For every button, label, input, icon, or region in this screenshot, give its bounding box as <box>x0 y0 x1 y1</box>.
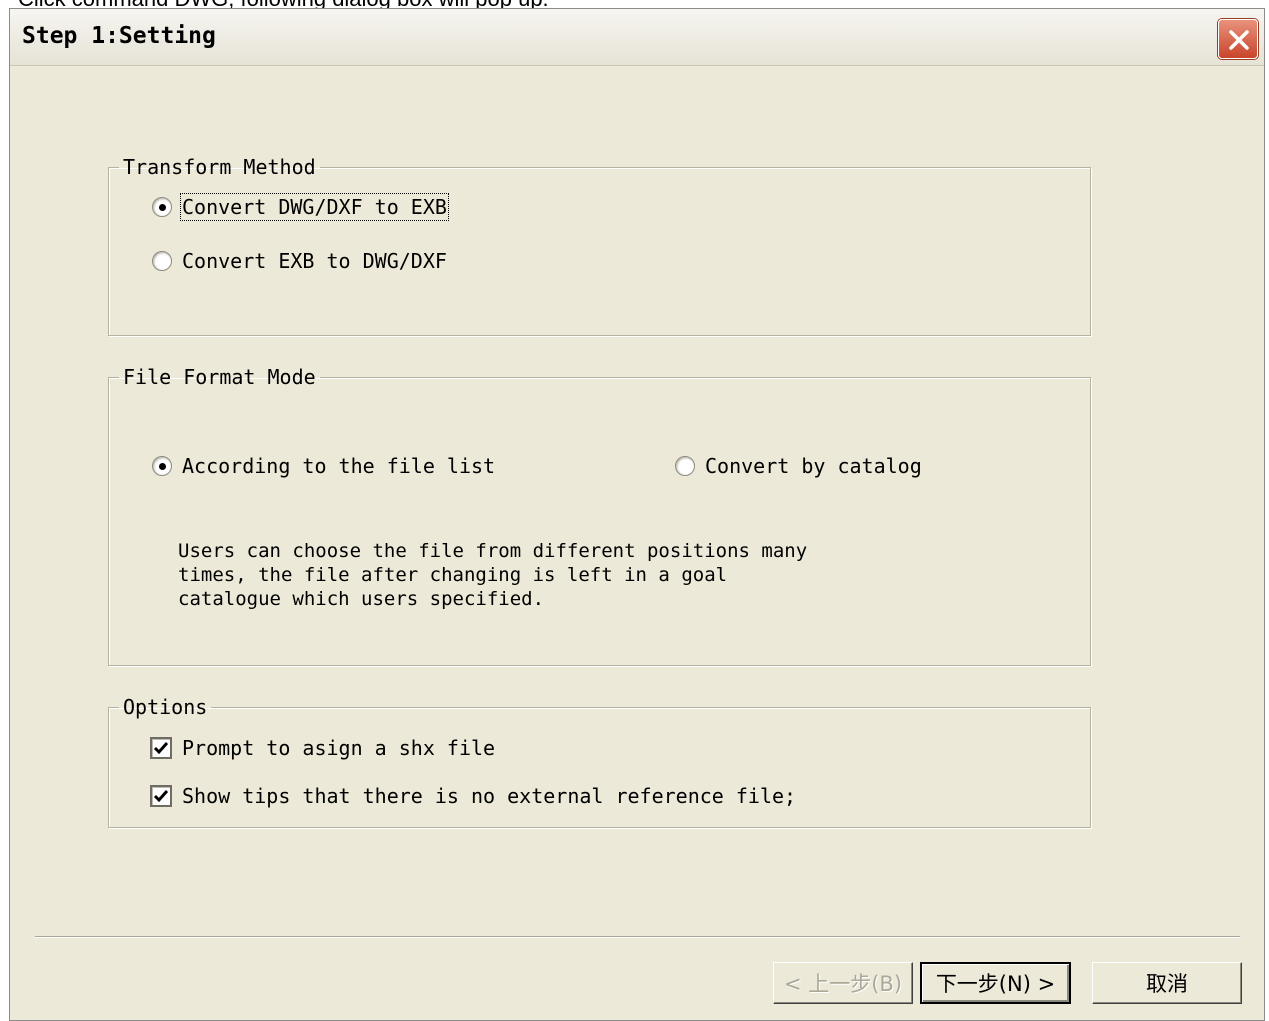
back-button[interactable]: < 上一步(B) <box>773 962 913 1004</box>
radio-convert-exb-to-dwg[interactable]: Convert EXB to DWG/DXF <box>152 249 447 273</box>
separator-line <box>35 936 1240 938</box>
checkmark-icon <box>153 790 169 803</box>
title-bar[interactable]: Step 1:Setting <box>10 9 1264 66</box>
radio-button-checked[interactable] <box>152 456 172 476</box>
radio-convert-dwg-to-exb[interactable]: Convert DWG/DXF to EXB <box>152 193 449 221</box>
radio-convert-by-catalog[interactable]: Convert by catalog <box>675 454 922 478</box>
file-format-mode-label: File Format Mode <box>123 365 316 389</box>
next-button[interactable]: 下一步(N) > <box>920 962 1071 1004</box>
description-line: catalogue which users specified. <box>178 588 545 610</box>
description-line: Users can choose the file from different… <box>178 540 808 562</box>
checkbox-prompt-shx[interactable]: Prompt to asign a shx file <box>150 736 495 760</box>
checkmark-icon <box>153 742 169 755</box>
radio-button-checked[interactable] <box>152 197 172 217</box>
dialog-title: Step 1:Setting <box>22 23 216 49</box>
radio-according-to-file-list[interactable]: According to the file list <box>152 454 495 478</box>
checkbox[interactable] <box>150 737 172 759</box>
setting-dialog: Step 1:Setting Transform Method Convert … <box>9 8 1265 1021</box>
radio-label: Convert by catalog <box>705 454 922 478</box>
close-button[interactable] <box>1218 19 1258 59</box>
checkbox-label: Show tips that there is no external refe… <box>182 784 797 808</box>
cancel-button[interactable]: 取消 <box>1092 962 1242 1004</box>
transform-method-group: Transform Method <box>108 155 1091 336</box>
description-line: times, the file after changing is left i… <box>178 564 728 586</box>
checkbox-show-tips[interactable]: Show tips that there is no external refe… <box>150 784 796 808</box>
radio-label: Convert DWG/DXF to EXB <box>180 193 449 221</box>
checkbox-label: Prompt to asign a shx file <box>182 736 496 760</box>
options-group: Options <box>108 695 1091 828</box>
mode-description: Users can choose the file from different… <box>178 539 858 611</box>
transform-method-label: Transform Method <box>123 155 316 179</box>
options-label: Options <box>123 695 208 719</box>
close-icon <box>1229 30 1249 50</box>
radio-label: According to the file list <box>182 454 496 478</box>
checkbox[interactable] <box>150 785 172 807</box>
radio-button[interactable] <box>675 456 695 476</box>
radio-button[interactable] <box>152 251 172 271</box>
file-format-mode-group: File Format Mode <box>108 365 1091 666</box>
radio-label: Convert EXB to DWG/DXF <box>182 249 447 273</box>
